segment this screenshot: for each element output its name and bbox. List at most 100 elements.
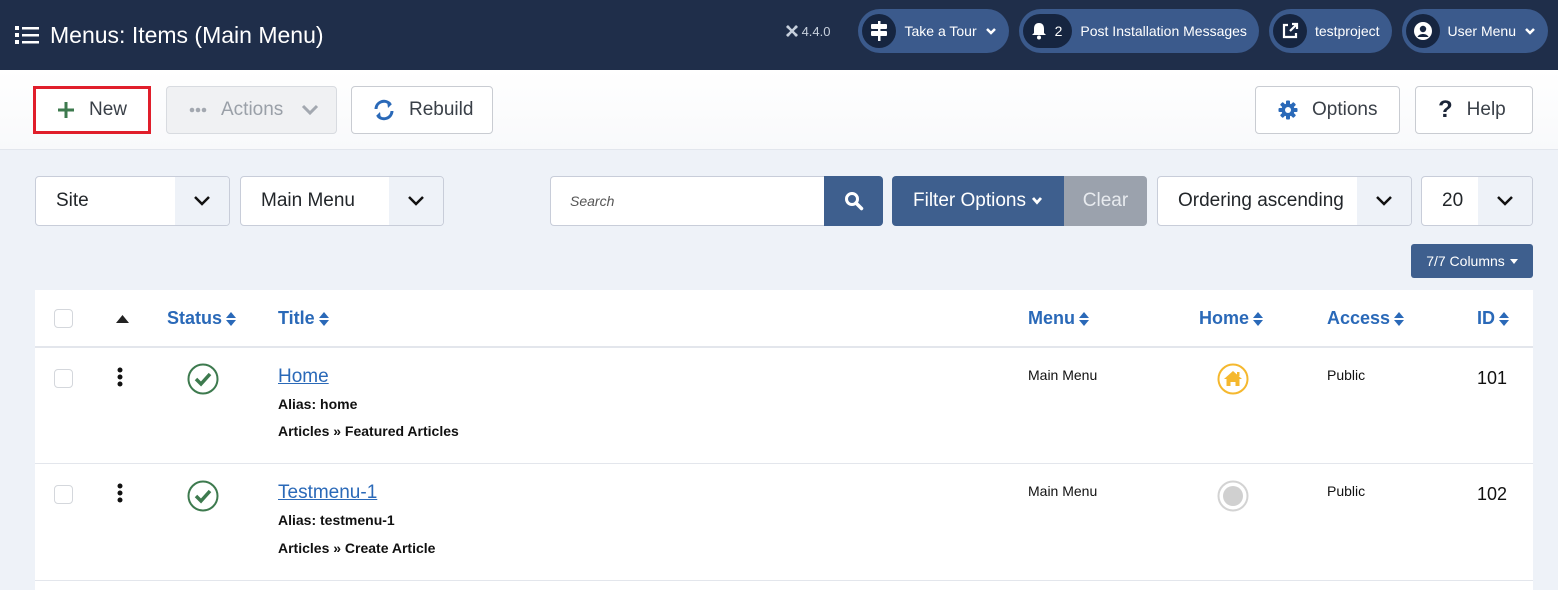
options-button[interactable]: Options	[1255, 86, 1400, 134]
column-header-id[interactable]: ID	[1477, 308, 1509, 329]
select-all-checkbox[interactable]	[54, 309, 73, 328]
column-header-status[interactable]: Status	[167, 308, 237, 329]
refresh-icon	[373, 99, 395, 121]
item-access: Public	[1327, 367, 1366, 383]
column-label: Menu	[1028, 308, 1075, 328]
page-title: Menus: Items (Main Menu)	[50, 21, 324, 48]
home-default-icon[interactable]	[1217, 363, 1249, 395]
columns-label: 7/7 Columns	[1426, 253, 1505, 269]
column-header-access[interactable]: Access	[1327, 308, 1405, 329]
rebuild-label: Rebuild	[409, 99, 474, 120]
sort-icon	[1499, 311, 1509, 326]
question-icon: ?	[1438, 96, 1453, 123]
home-not-default-icon[interactable]	[1217, 480, 1249, 512]
sort-icon	[318, 311, 329, 326]
app-header: Menus: Items (Main Menu) 4.4.0 Take a To…	[0, 0, 1558, 70]
notification-badge: 2	[1022, 14, 1073, 48]
ordering-select-value: Ordering ascending	[1178, 190, 1344, 211]
sort-icon	[1079, 311, 1089, 326]
help-button[interactable]: ? Help	[1415, 86, 1533, 134]
item-menu: Main Menu	[1028, 367, 1098, 383]
signpost-icon	[862, 14, 897, 48]
chevron-down-icon	[1525, 28, 1535, 35]
chevron-down-icon	[1497, 196, 1513, 206]
gear-icon	[1278, 100, 1298, 120]
version-info: 4.4.0	[785, 23, 831, 39]
item-type: Articles » Create Article	[278, 540, 436, 556]
client-select-value: Site	[56, 190, 89, 211]
table-row: Testmenu-1 Alias: testmenu-1 Articles » …	[35, 465, 1533, 581]
version-label: 4.4.0	[801, 23, 831, 39]
table-header: Status Title Menu Home Access ID	[35, 290, 1533, 348]
post-installation-messages-button[interactable]: 2 Post Installation Messages	[1018, 9, 1259, 53]
client-select[interactable]: Site	[35, 176, 230, 226]
notification-count: 2	[1054, 23, 1063, 39]
bell-icon	[1031, 23, 1046, 40]
column-label: Title	[278, 308, 315, 328]
new-button[interactable]: New	[33, 86, 151, 134]
plus-icon	[57, 101, 75, 119]
site-label: testproject	[1314, 23, 1380, 39]
column-label: Access	[1327, 308, 1391, 328]
clear-button[interactable]: Clear	[1064, 176, 1147, 226]
take-a-tour-button[interactable]: Take a Tour	[858, 9, 1009, 53]
toolbar: New Actions Rebuild Options ? Help	[0, 70, 1558, 150]
user-menu-button[interactable]: User Menu	[1401, 9, 1548, 53]
help-label: Help	[1466, 99, 1506, 120]
post-install-label: Post Installation Messages	[1080, 23, 1247, 39]
drag-handle-icon[interactable]	[117, 367, 123, 387]
menu-items-table: Status Title Menu Home Access ID Home Al…	[35, 290, 1533, 590]
limit-select-value: 20	[1442, 190, 1464, 211]
limit-select[interactable]: 20	[1421, 176, 1533, 226]
options-label: Options	[1312, 99, 1378, 120]
table-row: Home Alias: home Articles » Featured Art…	[35, 348, 1533, 464]
published-check-icon[interactable]	[187, 363, 219, 395]
chevron-down-icon	[1031, 197, 1043, 205]
ellipsis-icon	[189, 107, 207, 113]
rebuild-button[interactable]: Rebuild	[351, 86, 493, 134]
item-alias: Alias: home	[278, 396, 358, 412]
new-label: New	[89, 99, 128, 120]
chevron-down-icon	[1376, 196, 1392, 206]
sort-icon	[1394, 311, 1405, 326]
item-id: 101	[1477, 368, 1508, 388]
columns-button[interactable]: 7/7 Columns	[1411, 244, 1533, 278]
search-input[interactable]	[550, 176, 824, 226]
published-check-icon[interactable]	[187, 480, 219, 512]
user-menu-label: User Menu	[1447, 23, 1516, 39]
column-label: ID	[1477, 308, 1495, 328]
menu-select[interactable]: Main Menu	[240, 176, 444, 226]
actions-label: Actions	[221, 99, 284, 120]
sort-icon	[1253, 311, 1264, 326]
view-site-button[interactable]: testproject	[1268, 9, 1392, 53]
row-checkbox[interactable]	[54, 485, 73, 504]
filter-options-label: Filter Options	[913, 190, 1026, 211]
item-title-link[interactable]: Testmenu-1	[278, 482, 435, 504]
item-menu: Main Menu	[1028, 483, 1098, 499]
tour-label: Take a Tour	[904, 23, 977, 39]
item-type: Articles » Featured Articles	[278, 423, 459, 439]
column-label: Status	[167, 308, 223, 328]
item-alias: Alias: testmenu-1	[278, 512, 395, 528]
column-header-title[interactable]: Title	[278, 308, 329, 329]
sort-icon	[226, 311, 237, 326]
actions-button[interactable]: Actions	[166, 86, 337, 134]
search-button[interactable]	[824, 176, 883, 226]
chevron-down-icon	[408, 196, 424, 206]
row-checkbox[interactable]	[54, 369, 73, 388]
joomla-icon	[785, 25, 798, 37]
chevron-down-icon	[302, 104, 319, 116]
user-icon	[1405, 14, 1440, 48]
clear-label: Clear	[1082, 190, 1129, 211]
drag-handle-icon[interactable]	[117, 483, 123, 503]
ordering-select[interactable]: Ordering ascending	[1157, 176, 1412, 226]
filter-options-button[interactable]: Filter Options	[892, 176, 1064, 226]
column-header-home[interactable]: Home	[1199, 308, 1264, 329]
item-access: Public	[1327, 483, 1366, 499]
ordering-sort-icon[interactable]	[116, 315, 129, 323]
item-title-link[interactable]: Home	[278, 366, 459, 388]
column-header-menu[interactable]: Menu	[1028, 308, 1089, 329]
search-icon	[844, 192, 863, 211]
caret-down-icon	[1509, 258, 1518, 264]
search-group	[550, 176, 883, 226]
